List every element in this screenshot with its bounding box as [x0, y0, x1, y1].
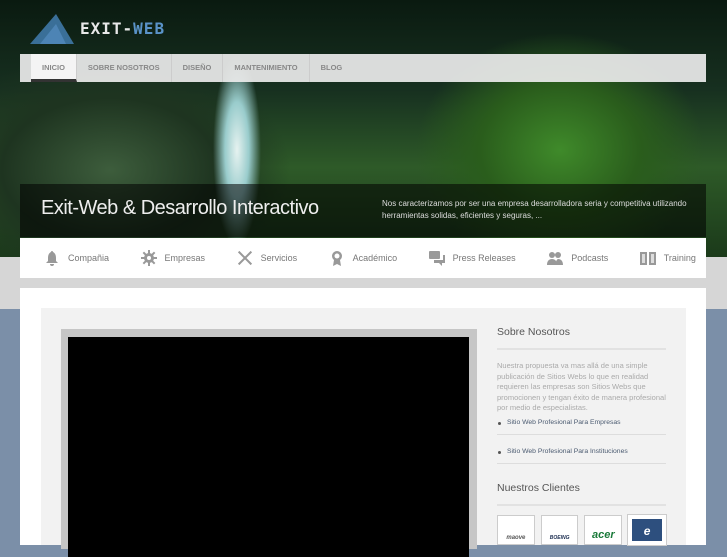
iconbar-training[interactable]: Training — [639, 250, 696, 266]
gear-icon — [140, 250, 157, 266]
logo-text: EXIT-WEB — [80, 18, 166, 38]
book-icon — [639, 252, 656, 265]
iconbar-compania[interactable]: Compañia — [44, 250, 109, 266]
video-player[interactable] — [61, 329, 477, 557]
iconbar-press-releases[interactable]: Press Releases — [428, 250, 516, 266]
link-empresas[interactable]: Sitio Web Profesional Para Empresas — [497, 414, 666, 435]
iconbar-empresas[interactable]: Empresas — [140, 250, 206, 266]
sidebar: Sobre Nosotros Nuestra propuesta va mas … — [497, 326, 667, 546]
client-logo-boeing[interactable]: BOEING — [540, 514, 579, 545]
video-screen[interactable] — [68, 337, 469, 557]
about-text: Nuestra propuesta va mas allá de una sim… — [497, 361, 666, 412]
content-panel: Sobre Nosotros Nuestra propuesta va mas … — [41, 308, 686, 557]
iconbar-label: Compañia — [68, 253, 110, 263]
about-title: Sobre Nosotros — [497, 326, 666, 350]
main-nav: INICIO SOBRE NOSOTROS DISEÑO MANTENIMIEN… — [20, 54, 706, 82]
nav-diseno[interactable]: DISEÑO — [172, 54, 224, 82]
nav-sobre-nosotros[interactable]: SOBRE NOSOTROS — [77, 54, 172, 82]
chat-icon — [428, 251, 445, 266]
nav-mantenimiento[interactable]: MANTENIMIENTO — [223, 54, 310, 82]
iconbar-podcasts[interactable]: Podcasts — [547, 250, 608, 266]
bell-icon — [46, 251, 58, 266]
banner-title: Exit-Web & Desarrollo Interactivo — [41, 197, 319, 219]
iconbar-label: Press Releases — [452, 253, 516, 263]
iconbar-label: Servicios — [260, 253, 298, 263]
tools-icon — [237, 250, 252, 266]
client-logos: maove BOEING acer e — [497, 513, 667, 546]
client-logo-maove[interactable]: maove — [497, 514, 535, 545]
users-icon — [547, 252, 564, 265]
client-logo-e[interactable]: e — [627, 513, 667, 546]
icon-bar: Compañia Empresas Servicios Académico Pr… — [20, 238, 706, 278]
iconbar-label: Empresas — [164, 253, 206, 263]
logo-triangle-icon — [30, 14, 74, 44]
iconbar-label: Académico — [352, 253, 398, 263]
iconbar-label: Podcasts — [571, 253, 609, 263]
nav-blog[interactable]: BLOG — [310, 54, 354, 82]
iconbar-servicios[interactable]: Servicios — [237, 250, 298, 266]
client-logo-acer[interactable]: acer — [584, 514, 623, 545]
iconbar-academico[interactable]: Académico — [329, 250, 398, 266]
content-area: Sobre Nosotros Nuestra propuesta va mas … — [20, 288, 706, 557]
logo[interactable]: EXIT-WEB — [30, 12, 165, 44]
iconbar-label: Training — [663, 253, 696, 263]
award-icon — [331, 251, 342, 266]
link-instituciones[interactable]: Sitio Web Profesional Para Instituciones — [497, 443, 666, 464]
hero-banner: Exit-Web & Desarrollo Interactivo Nos ca… — [20, 184, 706, 237]
nav-inicio[interactable]: INICIO — [31, 54, 77, 82]
clients-title: Nuestros Clientes — [497, 482, 666, 506]
banner-text: Nos caracterizamos por ser una empresa d… — [382, 199, 687, 220]
